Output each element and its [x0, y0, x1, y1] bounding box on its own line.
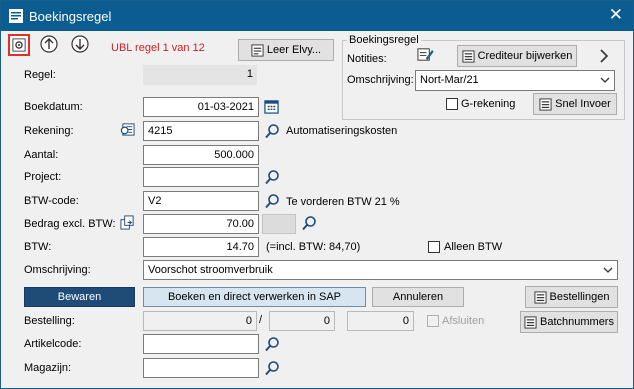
- regel-field: 1: [143, 65, 257, 85]
- afsluiten-label: Afsluiten: [442, 315, 485, 327]
- snel-invoer-label: Snel Invoer: [555, 98, 611, 110]
- bedrag-label: Bedrag excl. BTW:: [24, 218, 116, 230]
- bestelling-value-3: 0: [402, 315, 409, 327]
- search-icon[interactable]: [301, 215, 317, 231]
- regel-value: 1: [246, 68, 253, 80]
- chevron-down-icon: [600, 77, 610, 83]
- boeken-sap-button[interactable]: Boeken en direct verwerken in SAP: [143, 287, 366, 307]
- bestellingen-label: Bestellingen: [549, 291, 610, 303]
- btw-input[interactable]: 14.70: [143, 237, 259, 257]
- bestelling-label: Bestelling:: [24, 315, 75, 327]
- app-icon: [9, 9, 23, 23]
- project-label: Project:: [24, 171, 62, 183]
- boekdatum-label: Boekdatum:: [24, 101, 83, 113]
- btw-label: BTW:: [24, 241, 52, 253]
- group-omschrijving-dropdown[interactable]: Nort-Mar/21: [415, 70, 615, 91]
- boeken-sap-label: Boeken en direct verwerken in SAP: [167, 291, 342, 303]
- leer-elvy-button[interactable]: Leer Elvy...: [238, 39, 334, 61]
- search-icon[interactable]: [264, 193, 280, 209]
- bedrag-currency-field[interactable]: [262, 214, 296, 234]
- omschrijving-value: Voorschot stroomverbruik: [148, 264, 273, 276]
- bestellingen-button[interactable]: Bestellingen: [525, 286, 618, 308]
- annuleren-label: Annuleren: [392, 291, 444, 303]
- boekdatum-input[interactable]: 01-03-2021: [143, 97, 259, 117]
- notities-label: Notities:: [347, 53, 387, 65]
- alleen-btw-label: Alleen BTW: [444, 241, 503, 253]
- arrow-up-icon[interactable]: [40, 35, 58, 53]
- annuleren-button[interactable]: Annuleren: [372, 287, 464, 307]
- rekening-description: Automatiseringskosten: [286, 125, 398, 137]
- calendar-icon[interactable]: [264, 99, 279, 114]
- ledger-lookup-icon[interactable]: [120, 122, 135, 137]
- bestelling-field-1: 0: [143, 311, 257, 331]
- search-icon[interactable]: [264, 360, 280, 376]
- artikelcode-label: Artikelcode:: [24, 338, 82, 350]
- settings-button[interactable]: [8, 34, 30, 56]
- chevron-down-icon: [603, 267, 613, 273]
- group-title: Boekingsregel: [347, 34, 421, 46]
- crediteur-bijwerken-label: Crediteur bijwerken: [477, 50, 573, 62]
- list-icon: [533, 291, 547, 304]
- document-icon: [251, 44, 264, 57]
- aantal-label: Aantal:: [24, 149, 59, 161]
- afsluiten-checkbox: [427, 315, 439, 327]
- window-title: Boekingsregel: [29, 9, 112, 24]
- btw-value: 14.70: [226, 241, 254, 253]
- aantal-value: 500.000: [214, 149, 254, 161]
- btw-code-value: V2: [148, 195, 162, 207]
- bedrag-value: 70.00: [226, 218, 254, 230]
- rekening-value: 4215: [148, 125, 173, 137]
- bestelling-value-2: 0: [323, 315, 330, 327]
- snel-invoer-button[interactable]: Snel Invoer: [533, 93, 617, 115]
- search-icon[interactable]: [264, 123, 280, 139]
- regel-label: Regel:: [24, 69, 56, 81]
- notes-edit-icon[interactable]: [417, 46, 434, 63]
- gear-icon: [12, 38, 26, 52]
- close-icon[interactable]: ✕: [609, 6, 623, 24]
- boekdatum-value: 01-03-2021: [197, 101, 254, 113]
- magazijn-input[interactable]: [143, 358, 259, 378]
- magazijn-label: Magazijn:: [24, 362, 72, 374]
- search-icon[interactable]: [264, 169, 280, 185]
- bedrag-input[interactable]: 70.00: [143, 214, 259, 234]
- chevron-right-icon[interactable]: [598, 48, 610, 64]
- bestelling-field-3: 0: [347, 311, 414, 331]
- dialog-window: Boekingsregel ✕ UBL regel 1 van 12 Leer …: [0, 0, 634, 389]
- rekening-input[interactable]: 4215: [143, 121, 259, 141]
- batchnummers-button[interactable]: Batchnummers: [520, 311, 618, 333]
- g-rekening-checkbox[interactable]: [446, 98, 458, 110]
- bewaren-button[interactable]: Bewaren: [24, 287, 135, 307]
- search-icon[interactable]: [264, 336, 280, 352]
- g-rekening-label: G-rekening: [461, 98, 516, 110]
- list-icon: [462, 50, 475, 63]
- project-input[interactable]: [143, 167, 259, 187]
- list-icon: [539, 98, 552, 111]
- bestelling-separator: /: [259, 314, 263, 326]
- list-icon: [524, 316, 537, 329]
- title-bar[interactable]: Boekingsregel ✕: [1, 1, 633, 31]
- group-omschrijving-label: Omschrijving:: [347, 74, 414, 86]
- batchnummers-label: Batchnummers: [540, 316, 614, 328]
- artikelcode-input[interactable]: [143, 334, 259, 354]
- arrow-down-icon[interactable]: [71, 35, 89, 53]
- btw-code-input[interactable]: V2: [143, 191, 259, 211]
- bewaren-label: Bewaren: [57, 291, 102, 303]
- rekening-label: Rekening:: [24, 125, 74, 137]
- copy-icon[interactable]: [120, 215, 135, 230]
- aantal-input[interactable]: 500.000: [143, 145, 259, 165]
- leer-elvy-label: Leer Elvy...: [266, 44, 322, 56]
- bestelling-field-2: 0: [269, 311, 335, 331]
- omschrijving-label: Omschrijving:: [24, 264, 91, 276]
- omschrijving-dropdown[interactable]: Voorschot stroomverbruik: [143, 260, 618, 280]
- bestelling-value-1: 0: [245, 315, 252, 327]
- btw-incl-text: (=incl. BTW: 84,70): [266, 241, 361, 253]
- alleen-btw-checkbox[interactable]: [428, 241, 440, 253]
- btw-code-label: BTW-code:: [24, 195, 79, 207]
- btw-code-description: Te vorderen BTW 21 %: [286, 196, 400, 208]
- crediteur-bijwerken-button[interactable]: Crediteur bijwerken: [457, 45, 577, 67]
- ubl-regel-label: UBL regel 1 van 12: [111, 42, 205, 54]
- group-omschrijving-value: Nort-Mar/21: [420, 74, 479, 86]
